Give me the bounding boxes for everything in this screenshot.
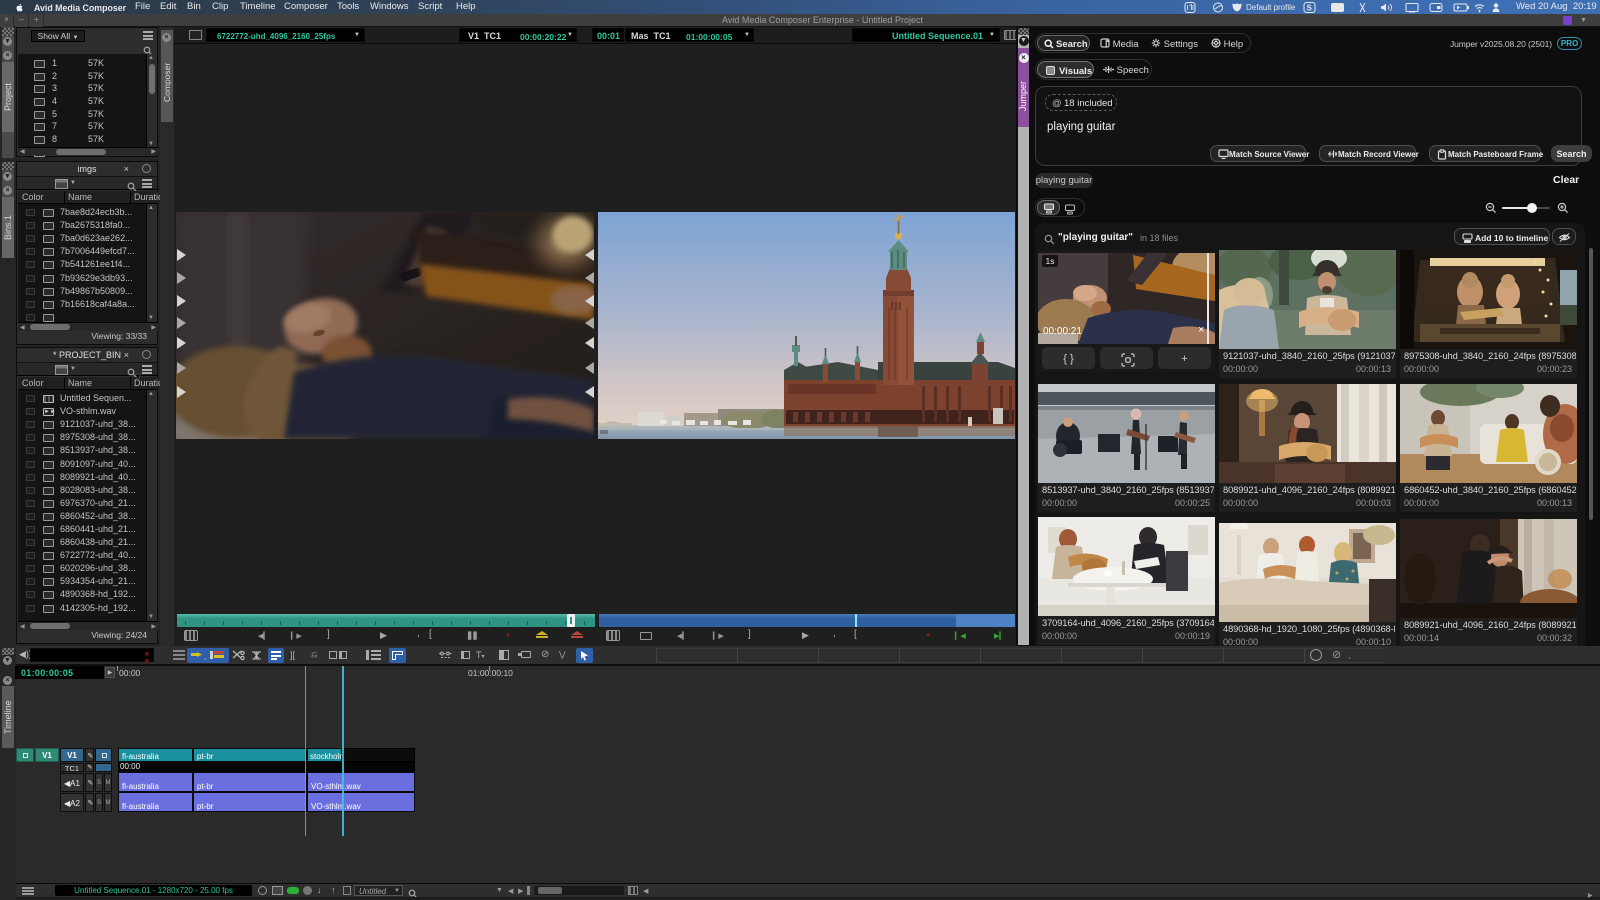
svg-text:S: S (1307, 4, 1313, 13)
